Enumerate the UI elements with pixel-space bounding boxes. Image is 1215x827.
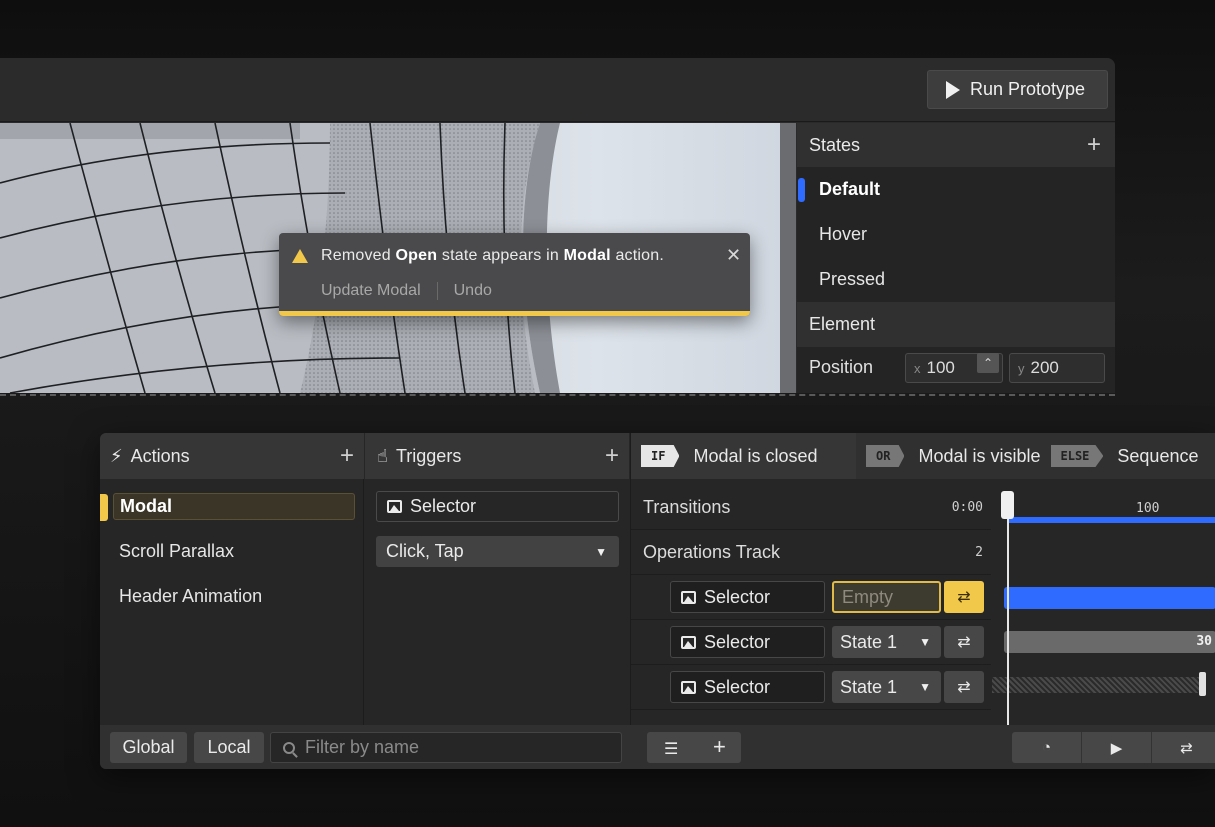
operations-track-row: Operations Track 2 [631, 530, 991, 575]
track-handle[interactable] [1199, 672, 1206, 696]
state-item-hover[interactable]: Hover [797, 212, 1115, 257]
editor-window: Run Prototype Removed Open state appears… [0, 58, 1115, 393]
interactions-window: ⚡ Actions + ☝ Triggers + Modal Scroll Pa… [100, 433, 1215, 769]
operation-row: Selector State 1 ▼ ⇄ [631, 665, 991, 710]
track-bar-active[interactable] [1004, 587, 1215, 609]
search-icon [283, 741, 295, 754]
track-bar-hatched[interactable] [992, 677, 1206, 693]
position-label: Position [809, 357, 874, 377]
operation-row: Selector State 1 ▼ ⇄ [631, 620, 991, 665]
swap-icon[interactable]: ⇄ [944, 626, 984, 658]
states-panel: States + Default Hover Pressed Element P… [797, 123, 1115, 393]
close-icon[interactable]: ✕ [726, 245, 741, 266]
position-y-field[interactable]: y 200 [1009, 353, 1105, 383]
condition-else[interactable]: ELSE Sequence [1041, 433, 1198, 479]
play-icon[interactable]: ▶ [1082, 732, 1152, 763]
triggers-list: Selector Click, Tap ▼ [365, 479, 629, 725]
filter-placeholder: Filter by name [305, 737, 420, 757]
toast-accent-bar [279, 311, 750, 316]
run-prototype-button[interactable]: Run Prototype [927, 70, 1108, 109]
operation-state-dropdown[interactable]: State 1 ▼ [832, 626, 941, 658]
position-row: Position x 100 ⌃ y 200 [797, 347, 1115, 383]
playhead-handle[interactable] [1001, 491, 1014, 519]
transitions-row: Transitions 0:00 [631, 485, 991, 530]
stepper-up-icon[interactable]: ⌃ [977, 353, 999, 373]
trigger-event-dropdown[interactable]: Click, Tap ▼ [376, 536, 619, 567]
state-item-pressed[interactable]: Pressed [797, 257, 1115, 302]
operation-selector[interactable]: Selector [670, 671, 825, 703]
image-icon [681, 590, 696, 604]
warning-icon [292, 249, 308, 263]
states-title: States [809, 134, 861, 155]
triggers-header: ☝ Triggers + [365, 433, 629, 479]
action-item-scroll-parallax[interactable]: Scroll Parallax [113, 538, 355, 565]
dropdown-caret-icon: ▼ [919, 680, 931, 694]
bottom-footer: Global Local Filter by name ☰ + ◔ ▶ ⇄ [100, 725, 1215, 769]
filter-input[interactable]: Filter by name [270, 732, 622, 763]
operation-selector[interactable]: Selector [670, 626, 825, 658]
image-icon [681, 680, 696, 694]
add-state-icon[interactable]: + [1087, 131, 1101, 159]
align-tracks-icon[interactable]: ☰ [664, 739, 678, 759]
add-trigger-icon[interactable]: + [605, 442, 619, 470]
image-icon [387, 500, 402, 513]
local-button[interactable]: Local [194, 732, 264, 763]
playback-controls: ◔ ▶ ⇄ [1012, 732, 1215, 763]
undo-link[interactable]: Undo [454, 282, 492, 300]
condition-if[interactable]: IF Modal is closed [631, 433, 856, 479]
toast-message: Removed Open state appears in Modal acti… [321, 247, 664, 264]
operation-state-dropdown[interactable]: State 1 ▼ [832, 671, 941, 703]
action-item-header-animation[interactable]: Header Animation [113, 583, 355, 610]
operation-state-empty[interactable]: Empty [832, 581, 941, 613]
actions-title: Actions [130, 445, 190, 466]
active-action-marker [100, 494, 108, 521]
conditions-bar: IF Modal is closed OR Modal is visible E… [631, 433, 1215, 479]
lightning-icon: ⚡ [110, 445, 123, 466]
pointer-hand-icon: ☝ [377, 445, 388, 466]
play-icon [946, 80, 960, 99]
actions-list: Modal Scroll Parallax Header Animation [100, 479, 364, 725]
dropdown-caret-icon: ▼ [595, 544, 607, 559]
add-track-icon[interactable]: + [713, 734, 726, 760]
canvas-scroll-edge [780, 123, 796, 393]
track-bar[interactable]: 30 [1004, 631, 1215, 653]
states-header: States + [797, 123, 1115, 167]
timeline-tracks: 100 30 [992, 479, 1215, 725]
state-item-default[interactable]: Default [797, 167, 1115, 212]
swap-icon[interactable]: ⇄ [944, 581, 984, 613]
warning-toast: Removed Open state appears in Modal acti… [279, 233, 750, 316]
timeline-tools: ☰ + [647, 732, 741, 763]
operation-row: Selector Empty ⇄ [631, 575, 991, 620]
playhead-line [1007, 493, 1009, 725]
divider [436, 282, 438, 300]
add-action-icon[interactable]: + [340, 442, 354, 470]
run-prototype-label: Run Prototype [970, 79, 1086, 99]
global-button[interactable]: Global [110, 732, 187, 763]
timeline-area: IF Modal is closed OR Modal is visible E… [630, 433, 1215, 740]
design-canvas[interactable]: Removed Open state appears in Modal acti… [0, 123, 796, 393]
dashed-divider [0, 394, 1115, 396]
operation-selector[interactable]: Selector [670, 581, 825, 613]
top-toolbar: Run Prototype [0, 58, 1115, 122]
swap-icon[interactable]: ⇄ [944, 671, 984, 703]
actions-header: ⚡ Actions + [100, 433, 364, 479]
loop-icon[interactable]: ⇄ [1152, 732, 1215, 763]
update-modal-link[interactable]: Update Modal [321, 282, 421, 300]
element-header: Element [797, 302, 1115, 347]
timer-icon[interactable]: ◔ [1012, 732, 1082, 763]
ruler-mark: 100 [1136, 501, 1160, 516]
condition-or[interactable]: OR Modal is visible [856, 433, 1041, 479]
dropdown-caret-icon: ▼ [919, 635, 931, 649]
trigger-selector[interactable]: Selector [376, 491, 619, 522]
image-icon [681, 635, 696, 649]
triggers-title: Triggers [395, 445, 462, 466]
timeline-ruler[interactable] [1009, 517, 1215, 523]
action-item-modal[interactable]: Modal [113, 493, 355, 520]
